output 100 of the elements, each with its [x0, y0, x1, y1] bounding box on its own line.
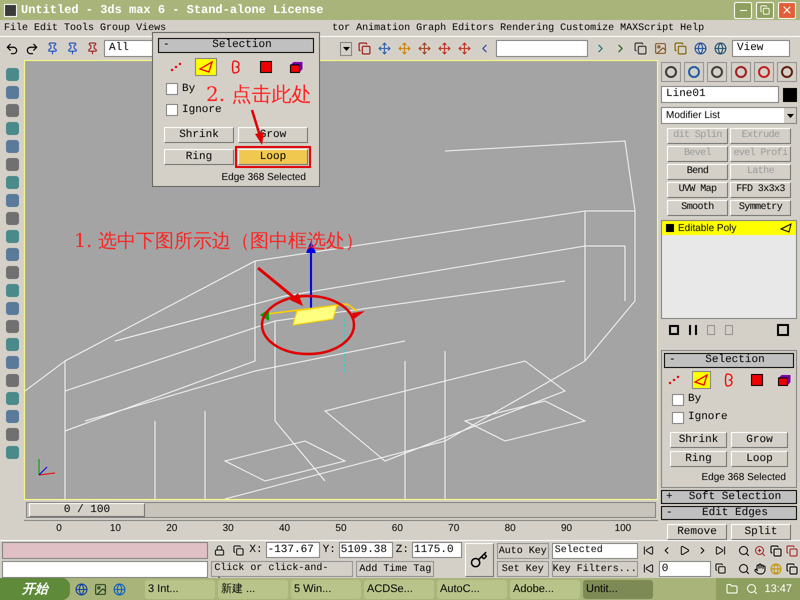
rollout-header[interactable]: - Selection — [664, 353, 794, 368]
command-tab-icon[interactable] — [730, 62, 751, 82]
menu-item[interactable]: File — [4, 20, 28, 36]
menu-item[interactable]: tor — [332, 20, 350, 36]
rollout-header[interactable]: + Soft Selection — [661, 490, 797, 504]
panel-button[interactable]: Ring — [164, 149, 234, 165]
time-slider-thumb[interactable]: 0 / 100 — [29, 503, 145, 517]
object-name-field[interactable]: Line01 — [661, 86, 779, 103]
tool-icon[interactable] — [6, 86, 18, 99]
panel-button[interactable]: Symmetry — [730, 200, 791, 216]
tool-icon[interactable] — [6, 338, 18, 351]
panel-button[interactable]: Grow — [731, 432, 788, 448]
browser-icon[interactable] — [73, 581, 89, 597]
image-viewer-icon[interactable] — [92, 581, 108, 597]
object-color-swatch[interactable] — [783, 88, 797, 102]
checkbox[interactable] — [166, 83, 178, 95]
panel-button[interactable]: Shrink — [164, 127, 234, 143]
tool-icon[interactable] — [6, 212, 18, 225]
tool-icon[interactable] — [6, 122, 18, 135]
menu-item[interactable]: Group — [100, 20, 130, 36]
tool-icon[interactable] — [6, 284, 18, 297]
tool-icon[interactable] — [6, 392, 18, 405]
selection-filter-dropdown[interactable]: All — [104, 40, 154, 57]
tool-icon[interactable] — [6, 104, 18, 117]
tool-icon[interactable] — [6, 248, 18, 261]
taskbar-button[interactable]: Adobe... — [510, 580, 580, 598]
rollout-header[interactable]: - Edit Edges — [661, 506, 797, 520]
menu-item[interactable]: Customize — [560, 20, 614, 36]
set-key-button[interactable]: Set Key — [496, 560, 549, 576]
modifier-stack-list[interactable]: Editable Poly — [661, 220, 797, 320]
tool-icon[interactable] — [6, 230, 18, 243]
stack-item[interactable]: Editable Poly — [662, 221, 796, 235]
taskbar-button[interactable]: 5 Win... — [291, 580, 361, 598]
menu-item[interactable]: Graph Editors — [416, 20, 494, 36]
panel-button[interactable]: Shrink — [670, 432, 727, 448]
tool-icon[interactable] — [6, 194, 18, 207]
panel-button[interactable]: Loop — [238, 149, 308, 165]
panel-button[interactable]: Remove — [667, 524, 727, 540]
y-coordinate-field[interactable]: 5109.38 — [338, 542, 393, 558]
menu-item[interactable]: MAXScript — [620, 20, 674, 36]
tool-icon[interactable] — [6, 158, 18, 171]
tool-icon[interactable] — [6, 140, 18, 153]
tool-icon[interactable] — [6, 302, 18, 315]
panel-button[interactable]: Bend — [667, 164, 728, 180]
checkbox[interactable] — [672, 394, 684, 406]
panel-button[interactable]: Ring — [670, 451, 727, 467]
rollout-header[interactable]: - Selection — [158, 38, 314, 53]
pan-icon[interactable] — [752, 560, 768, 576]
named-selection-dropdown[interactable] — [496, 40, 588, 57]
set-key-button-icon[interactable] — [465, 542, 494, 576]
taskbar-button[interactable]: AutoC... — [437, 580, 507, 598]
key-filters-button[interactable]: Key Filters... — [552, 560, 638, 576]
close-button[interactable] — [778, 2, 796, 18]
minimize-button[interactable] — [734, 2, 752, 18]
tool-icon[interactable] — [6, 428, 18, 441]
z-coordinate-field[interactable]: 1175.0 — [412, 542, 462, 558]
checkbox[interactable] — [672, 412, 684, 424]
command-tab-icon[interactable] — [684, 62, 704, 82]
panel-button[interactable]: UVW Map — [667, 182, 728, 198]
modifier-list-dropdown[interactable]: Modifier List — [661, 107, 797, 124]
time-slider-track[interactable]: 0 / 100 — [26, 502, 656, 518]
browser-icon[interactable] — [111, 581, 127, 597]
tool-icon[interactable] — [6, 356, 18, 369]
auto-key-button[interactable]: Auto Key — [496, 542, 549, 558]
menu-item[interactable]: Edit — [34, 20, 58, 36]
current-frame-field[interactable]: 0 — [658, 560, 711, 576]
tool-icon[interactable] — [6, 410, 18, 423]
tool-icon[interactable] — [6, 176, 18, 189]
menu-item[interactable]: Help — [680, 20, 704, 36]
restore-button[interactable] — [756, 2, 774, 18]
tool-icon[interactable] — [6, 446, 18, 459]
tool-icon[interactable] — [6, 266, 18, 279]
taskbar-button[interactable]: 3 Int... — [145, 580, 215, 598]
start-button[interactable]: 开始 — [0, 578, 70, 600]
taskbar-button[interactable]: 新建 ... — [218, 580, 288, 598]
command-tab-icon[interactable] — [776, 62, 797, 82]
view-dropdown[interactable]: View — [732, 40, 790, 57]
menu-item[interactable]: Animation — [356, 20, 410, 36]
tool-icon[interactable] — [6, 320, 18, 333]
redo-icon[interactable] — [24, 40, 40, 56]
menu-item[interactable]: Views — [136, 20, 166, 36]
key-mode-dropdown[interactable]: Selected — [552, 542, 638, 558]
command-tab-icon[interactable] — [661, 62, 681, 82]
panel-button[interactable]: Smooth — [667, 200, 728, 216]
x-coordinate-field[interactable]: -137.67 — [266, 542, 320, 558]
menu-item[interactable]: Tools — [64, 20, 94, 36]
menu-item[interactable]: Rendering — [500, 20, 554, 36]
panel-button[interactable]: Loop — [731, 451, 788, 467]
add-time-tag-button[interactable]: Add Time Tag — [356, 561, 434, 577]
panel-button[interactable]: Split — [731, 524, 791, 540]
taskbar-button[interactable]: Untit... — [583, 580, 653, 598]
taskbar-button[interactable]: ACDSe... — [364, 580, 434, 598]
checkbox[interactable] — [166, 104, 178, 116]
maxscript-listener-field[interactable] — [2, 542, 208, 558]
panel-button[interactable]: FFD 3x3x3 — [730, 182, 791, 198]
tool-icon[interactable] — [6, 68, 18, 81]
tool-icon[interactable] — [6, 374, 18, 387]
command-tab-icon[interactable] — [707, 62, 728, 82]
maxscript-output-field[interactable] — [2, 560, 208, 578]
undo-icon[interactable] — [4, 40, 20, 56]
